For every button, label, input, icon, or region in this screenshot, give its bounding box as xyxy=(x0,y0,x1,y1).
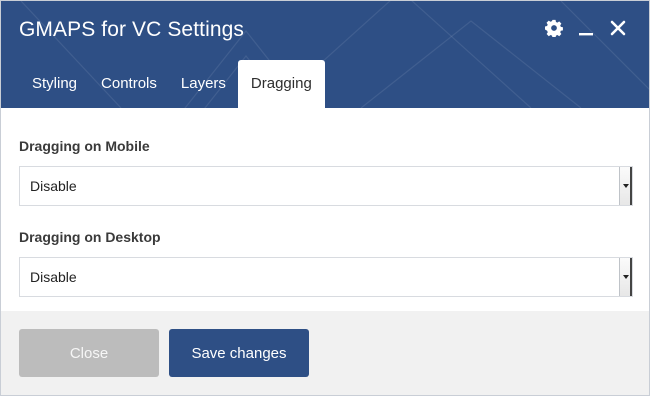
chevron-down-icon[interactable] xyxy=(619,167,632,205)
close-icon[interactable] xyxy=(609,19,627,37)
dialog-footer: Close Save changes xyxy=(1,311,649,395)
dialog-header: GMAPS for VC Settings Styling Controls L… xyxy=(1,1,649,108)
dragging-mobile-label: Dragging on Mobile xyxy=(19,138,150,154)
dragging-desktop-value: Disable xyxy=(30,269,77,285)
dragging-desktop-select[interactable]: Disable xyxy=(19,257,633,297)
gear-icon[interactable] xyxy=(545,19,563,37)
save-button[interactable]: Save changes xyxy=(169,329,309,377)
settings-dialog: GMAPS for VC Settings Styling Controls L… xyxy=(0,0,650,396)
tab-controls[interactable]: Controls xyxy=(89,75,169,108)
header-controls xyxy=(545,19,627,37)
tab-bar: Styling Controls Layers Dragging xyxy=(19,60,325,108)
tab-layers[interactable]: Layers xyxy=(169,75,238,108)
minimize-icon[interactable] xyxy=(577,19,595,37)
dialog-body: Dragging on Mobile Disable Dragging on D… xyxy=(1,108,649,297)
dragging-desktop-label: Dragging on Desktop xyxy=(19,229,161,245)
tab-styling[interactable]: Styling xyxy=(19,75,89,108)
dragging-mobile-value: Disable xyxy=(30,178,77,194)
tab-dragging[interactable]: Dragging xyxy=(237,60,325,108)
close-button[interactable]: Close xyxy=(19,329,159,377)
dragging-mobile-select[interactable]: Disable xyxy=(19,166,633,206)
dialog-title: GMAPS for VC Settings xyxy=(19,18,245,41)
chevron-down-icon[interactable] xyxy=(619,258,632,296)
